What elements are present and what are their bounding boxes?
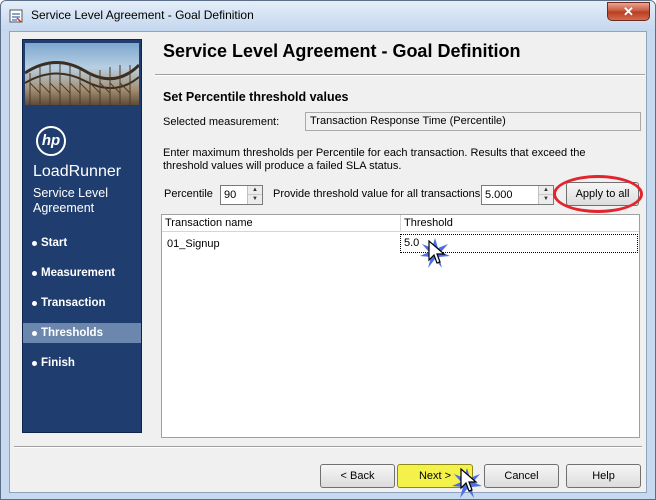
arrow-up-icon[interactable]: ▲ [539, 186, 553, 195]
measurement-field: Transaction Response Time (Percentile) [305, 112, 641, 131]
bullet-icon [32, 241, 37, 246]
transaction-name-cell: 01_Signup [167, 238, 220, 250]
wizard-steps: Start Measurement Transaction Thresholds… [23, 233, 141, 383]
arrow-down-icon[interactable]: ▼ [539, 195, 553, 204]
measurement-label: Selected measurement: [163, 116, 280, 128]
stepper-arrows: ▲ ▼ [247, 186, 262, 204]
bullet-icon [32, 331, 37, 336]
section-title: Set Percentile threshold values [163, 90, 349, 104]
bullet-icon [32, 301, 37, 306]
column-header-threshold[interactable]: Threshold [404, 217, 453, 229]
threshold-all-value[interactable]: 5.000 [485, 189, 513, 201]
threshold-all-label: Provide threshold value for all transact… [273, 188, 481, 200]
step-label: Finish [41, 357, 75, 369]
window-title: Service Level Agreement - Goal Definitio… [31, 8, 254, 22]
product-subtitle: Service Level Agreement [33, 186, 109, 215]
percentile-stepper[interactable]: 90 ▲ ▼ [220, 185, 263, 205]
rollercoaster-image [25, 43, 139, 105]
divider [155, 74, 645, 76]
wizard-window: Service Level Agreement - Goal Definitio… [0, 0, 656, 500]
bullet-icon [32, 271, 37, 276]
bullet-icon [32, 361, 37, 366]
percentile-label: Percentile [164, 188, 213, 200]
arrow-down-icon[interactable]: ▼ [248, 195, 262, 204]
back-button[interactable]: < Back [320, 464, 395, 488]
stepper-arrows: ▲ ▼ [538, 186, 553, 204]
step-label: Measurement [41, 267, 116, 279]
column-divider [400, 215, 401, 232]
step-label: Start [41, 237, 68, 249]
table-header: Transaction name Threshold [162, 215, 639, 232]
cancel-button[interactable]: Cancel [484, 464, 559, 488]
wizard-client-area: hp LoadRunner Service Level Agreement St… [9, 31, 647, 498]
rollercoaster-illustration [25, 61, 139, 105]
wizard-sidebar: hp LoadRunner Service Level Agreement St… [22, 39, 142, 433]
step-measurement[interactable]: Measurement [23, 263, 141, 283]
product-name: LoadRunner [33, 163, 122, 180]
apply-to-all-button[interactable]: Apply to all [566, 182, 639, 206]
step-label: Thresholds [41, 327, 103, 339]
app-icon [9, 9, 23, 23]
help-button[interactable]: Help [566, 464, 641, 488]
mouse-cursor-icon [428, 240, 446, 264]
close-icon: ✕ [623, 4, 634, 19]
threshold-all-stepper[interactable]: 5.000 ▲ ▼ [481, 185, 554, 205]
title-bar: Service Level Agreement - Goal Definitio… [1, 1, 655, 31]
step-label: Transaction [41, 297, 106, 309]
step-start[interactable]: Start [23, 233, 141, 253]
column-header-transaction[interactable]: Transaction name [165, 217, 253, 229]
table-row[interactable]: 01_Signup 5.0 [162, 234, 639, 254]
step-transaction[interactable]: Transaction [23, 293, 141, 313]
close-button[interactable]: ✕ [607, 2, 650, 21]
thresholds-table: Transaction name Threshold 01_Signup 5.0 [161, 214, 640, 438]
divider [14, 446, 642, 448]
page-title: Service Level Agreement - Goal Definitio… [163, 41, 521, 61]
step-finish[interactable]: Finish [23, 353, 141, 373]
percentile-value[interactable]: 90 [224, 189, 236, 201]
instructions-text: Enter maximum thresholds per Percentile … [163, 147, 586, 172]
mouse-cursor-icon [460, 468, 478, 492]
hp-logo: hp [36, 126, 66, 156]
step-thresholds[interactable]: Thresholds [23, 323, 141, 343]
arrow-up-icon[interactable]: ▲ [248, 186, 262, 195]
